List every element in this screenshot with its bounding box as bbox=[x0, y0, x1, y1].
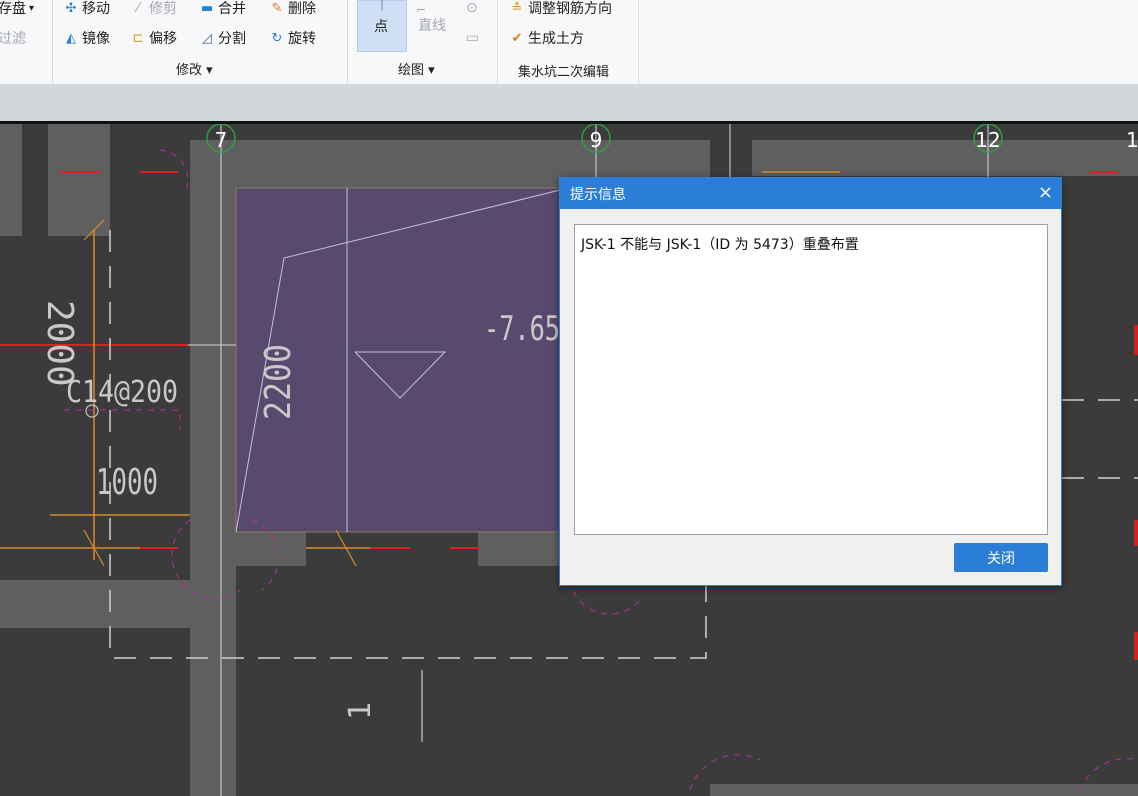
group-separator bbox=[638, 0, 639, 84]
dialog-message: JSK-1 不能与 JSK-1（ID 为 5473）重叠布置 bbox=[581, 237, 859, 253]
sub-toolbar-strip bbox=[0, 85, 1138, 124]
rebar-spec-text: C14@200 bbox=[66, 375, 178, 410]
dimension-2000: 2000 bbox=[39, 300, 80, 387]
axis-label-14: 14 bbox=[1126, 128, 1138, 152]
axis-label-12: 12 bbox=[975, 128, 1000, 152]
merge-label: 合并 bbox=[218, 1, 246, 17]
group-separator bbox=[497, 0, 498, 84]
elevation-text: -7.65 bbox=[484, 309, 560, 349]
merge-button[interactable]: ▬ 合并 bbox=[198, 0, 246, 18]
dialog-message-box[interactable]: JSK-1 不能与 JSK-1（ID 为 5473）重叠布置 bbox=[574, 224, 1048, 535]
eraser-icon: ✎ bbox=[271, 0, 283, 16]
trim-label: 修剪 bbox=[149, 1, 177, 17]
dimension-1000: 1000 bbox=[96, 462, 158, 503]
offset-icon: ⊏ bbox=[132, 30, 144, 46]
move-icon: ✣ bbox=[65, 0, 77, 16]
axis-label-7: 7 bbox=[215, 128, 228, 152]
filter-label: 过滤 bbox=[0, 31, 26, 47]
axis-label-9: 9 bbox=[590, 128, 603, 152]
delete-label: 删除 bbox=[288, 1, 316, 17]
trim-icon: ⁄ bbox=[136, 0, 140, 16]
adjust-rebar-label: 调整钢筋方向 bbox=[528, 1, 612, 17]
draw-point-button[interactable]: | 点 bbox=[357, 0, 407, 52]
mirror-button[interactable]: ◭ 镜像 bbox=[62, 28, 110, 48]
rotate-icon: ↻ bbox=[271, 30, 283, 46]
mirror-icon: ◭ bbox=[66, 30, 76, 46]
circle-tool-icon[interactable]: ⊙ bbox=[466, 0, 478, 18]
filter-button[interactable]: 过滤 bbox=[0, 28, 26, 48]
rebar-direction-icon: ≛ bbox=[511, 0, 523, 16]
merge-icon: ▬ bbox=[200, 0, 214, 16]
group-separator bbox=[347, 0, 348, 84]
gen-earth-label: 生成土方 bbox=[528, 31, 584, 47]
save-button[interactable]: 存盘 ▾ bbox=[0, 0, 34, 18]
draw-group-label[interactable]: 绘图 ▾ bbox=[398, 59, 435, 78]
point-label: 点 bbox=[374, 19, 388, 35]
modify-group-label[interactable]: 修改 ▾ bbox=[176, 59, 213, 78]
save-label: 存盘 bbox=[0, 1, 26, 17]
point-icon: | bbox=[380, 0, 385, 11]
delete-button[interactable]: ✎ 删除 bbox=[268, 0, 316, 18]
adjust-rebar-direction-button[interactable]: ≛ 调整钢筋方向 bbox=[508, 0, 612, 18]
ribbon-toolbar: 存盘 ▾ 过滤 ✣ 移动 ⁄ 修剪 ▬ 合并 ✎ 删除 ◭ 镜像 ⊏ 偏移 ◿ … bbox=[0, 0, 1138, 85]
rotate-label: 旋转 bbox=[288, 31, 316, 47]
mirror-label: 镜像 bbox=[82, 31, 110, 47]
close-icon[interactable]: × bbox=[1038, 181, 1053, 205]
small-mark-text: 1 bbox=[343, 702, 378, 720]
generate-earthwork-button[interactable]: ✔ 生成土方 bbox=[508, 28, 584, 48]
info-dialog: 提示信息 × JSK-1 不能与 JSK-1（ID 为 5473）重叠布置 关闭 bbox=[559, 177, 1062, 586]
split-icon: ◿ bbox=[202, 30, 212, 46]
rectangle-tool-icon[interactable]: ▭ bbox=[466, 28, 479, 48]
dialog-title-bar[interactable]: 提示信息 × bbox=[560, 178, 1061, 209]
dialog-title: 提示信息 bbox=[570, 187, 626, 203]
close-button[interactable]: 关闭 bbox=[954, 543, 1048, 572]
move-label: 移动 bbox=[82, 1, 110, 17]
rotate-button[interactable]: ↻ 旋转 bbox=[268, 28, 316, 48]
split-button[interactable]: ◿ 分割 bbox=[198, 28, 246, 48]
earthwork-icon: ✔ bbox=[511, 30, 523, 46]
dimension-2200: 2200 bbox=[258, 344, 299, 420]
line-button[interactable]: 直线 bbox=[418, 15, 446, 35]
offset-label: 偏移 bbox=[149, 31, 177, 47]
group-separator bbox=[52, 0, 53, 84]
line-label: 直线 bbox=[418, 18, 446, 34]
save-dropdown-arrow-icon[interactable]: ▾ bbox=[29, 3, 34, 14]
split-label: 分割 bbox=[218, 31, 246, 47]
trim-button[interactable]: ⁄ 修剪 bbox=[129, 0, 177, 18]
sump-group-label: 集水坑二次编辑 bbox=[518, 65, 610, 80]
move-button[interactable]: ✣ 移动 bbox=[62, 0, 110, 18]
offset-button[interactable]: ⊏ 偏移 bbox=[129, 28, 177, 48]
